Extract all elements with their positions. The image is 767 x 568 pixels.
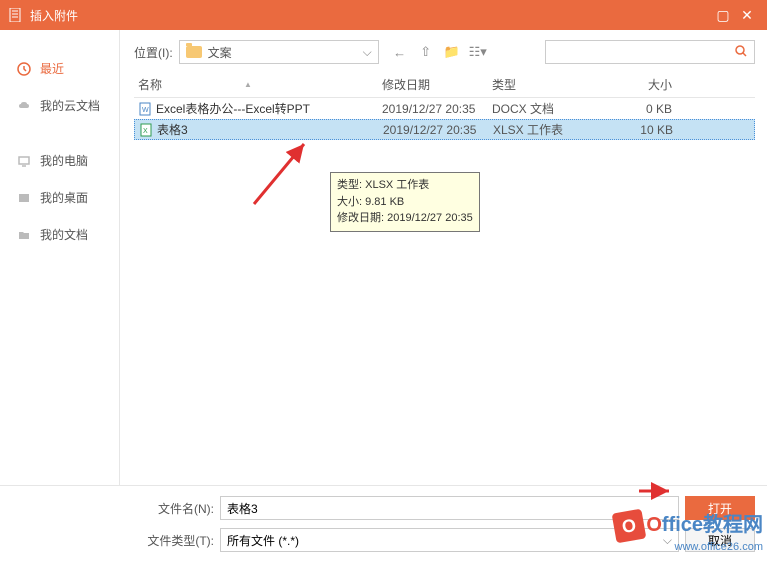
file-type: XLSX 工作表 <box>493 121 603 138</box>
file-type: DOCX 文档 <box>492 100 602 117</box>
sidebar-item-label: 我的文档 <box>40 226 88 243</box>
xlsx-icon: X <box>139 123 153 137</box>
location-dropdown[interactable]: 文案 ⌵ <box>179 40 379 64</box>
cancel-button[interactable]: 取消 <box>685 528 755 552</box>
tooltip-type: 类型: XLSX 工作表 <box>337 177 473 194</box>
chevron-down-icon: ⌵ <box>363 45 372 60</box>
computer-icon <box>16 153 32 169</box>
open-button[interactable]: 打开 <box>685 496 755 520</box>
up-button[interactable]: ⇧ <box>415 41 437 63</box>
sidebar-item-label: 最近 <box>40 60 64 77</box>
desktop-icon <box>16 190 32 206</box>
sidebar-item-label: 我的云文档 <box>40 97 100 114</box>
columns-header: 名称▲ 修改日期 类型 大小 <box>134 72 755 98</box>
sidebar-item-cloud[interactable]: 我的云文档 <box>0 87 119 124</box>
minimize-button[interactable]: ▢ <box>711 7 735 24</box>
column-name[interactable]: 名称▲ <box>134 76 382 93</box>
clock-icon <box>16 61 32 77</box>
toolbar: ← ⇧ 📁 ☷▾ <box>389 41 489 63</box>
cloud-icon <box>16 98 32 114</box>
tooltip-date: 修改日期: 2019/12/27 20:35 <box>337 210 473 227</box>
column-size[interactable]: 大小 <box>602 76 678 93</box>
main-area: 最近 我的云文档 我的电脑 我的桌面 我的文档 位置(I): 文案 ⌵ <box>0 30 767 485</box>
file-date: 2019/12/27 20:35 <box>382 102 492 116</box>
file-name-text: Excel表格办公---Excel转PPT <box>156 100 310 117</box>
location-label: 位置(I): <box>134 44 173 61</box>
new-folder-button[interactable]: 📁 <box>441 41 463 63</box>
file-row[interactable]: W Excel表格办公---Excel转PPT 2019/12/27 20:35… <box>134 98 755 119</box>
search-box[interactable] <box>545 40 755 64</box>
column-type[interactable]: 类型 <box>492 76 602 93</box>
sidebar-item-computer[interactable]: 我的电脑 <box>0 142 119 179</box>
file-name-text: 表格3 <box>157 121 188 138</box>
file-date: 2019/12/27 20:35 <box>383 123 493 137</box>
column-date[interactable]: 修改日期 <box>382 76 492 93</box>
sidebar-item-desktop[interactable]: 我的桌面 <box>0 179 119 216</box>
sidebar-item-label: 我的桌面 <box>40 189 88 206</box>
svg-text:W: W <box>142 107 149 114</box>
window-title: 插入附件 <box>30 7 711 24</box>
view-button[interactable]: ☷▾ <box>467 41 489 63</box>
file-tooltip: 类型: XLSX 工作表 大小: 9.81 KB 修改日期: 2019/12/2… <box>330 172 480 232</box>
tooltip-size: 大小: 9.81 KB <box>337 194 473 211</box>
file-size: 0 KB <box>602 102 678 116</box>
app-icon <box>8 7 24 23</box>
docx-icon: W <box>138 102 152 116</box>
file-row[interactable]: X 表格3 2019/12/27 20:35 XLSX 工作表 10 KB <box>134 119 755 140</box>
footer: 文件名(N): 打开 文件类型(T): 所有文件 (*.*) ⌵ 取消 <box>0 485 767 568</box>
filetype-value: 所有文件 (*.*) <box>227 532 299 549</box>
location-bar: 位置(I): 文案 ⌵ ← ⇧ 📁 ☷▾ <box>134 40 755 64</box>
folder-icon <box>16 227 32 243</box>
close-button[interactable]: ✕ <box>735 7 759 24</box>
sidebar-item-documents[interactable]: 我的文档 <box>0 216 119 253</box>
file-size: 10 KB <box>603 123 679 137</box>
location-folder: 文案 <box>208 44 232 61</box>
content-panel: 位置(I): 文案 ⌵ ← ⇧ 📁 ☷▾ 名称▲ 修改日期 类型 大小 <box>120 30 767 485</box>
filetype-dropdown[interactable]: 所有文件 (*.*) ⌵ <box>220 528 679 552</box>
svg-text:X: X <box>143 128 148 135</box>
sidebar-item-label: 我的电脑 <box>40 152 88 169</box>
sort-indicator-icon: ▲ <box>244 80 252 89</box>
sidebar: 最近 我的云文档 我的电脑 我的桌面 我的文档 <box>0 30 120 485</box>
filename-label: 文件名(N): <box>140 500 214 517</box>
filename-input[interactable] <box>220 496 679 520</box>
chevron-down-icon: ⌵ <box>663 533 672 548</box>
search-icon <box>734 44 748 61</box>
filetype-label: 文件类型(T): <box>140 532 214 549</box>
folder-icon <box>186 46 202 58</box>
back-button[interactable]: ← <box>389 41 411 63</box>
titlebar: 插入附件 ▢ ✕ <box>0 0 767 30</box>
sidebar-item-recent[interactable]: 最近 <box>0 50 119 87</box>
